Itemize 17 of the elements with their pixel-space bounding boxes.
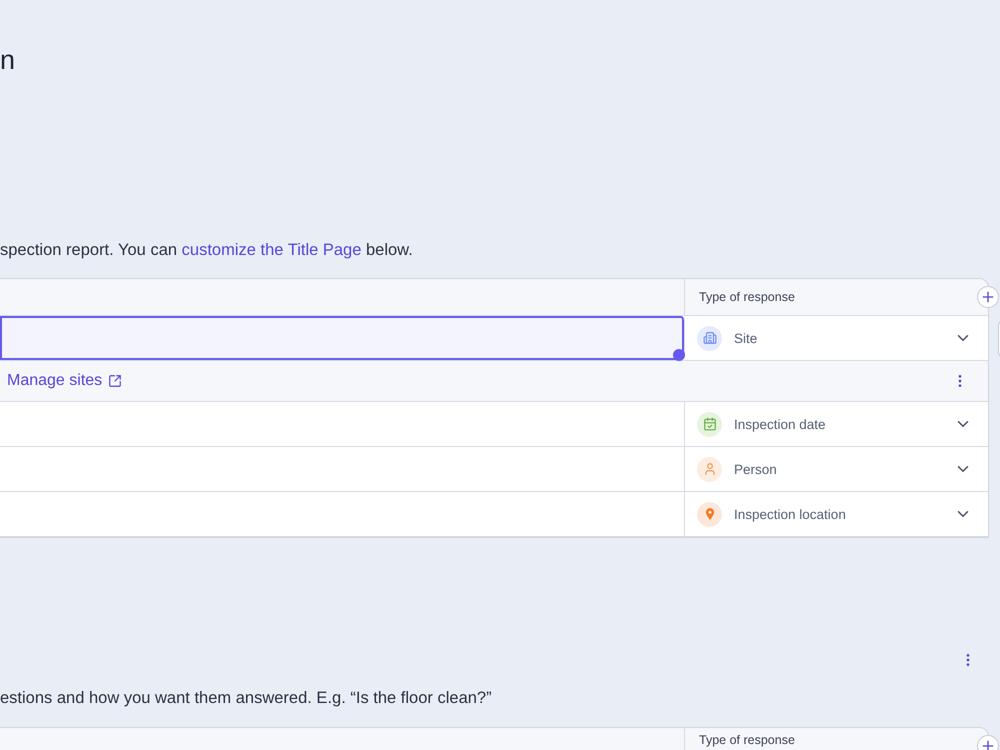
plus-icon [980,738,996,750]
question-field[interactable] [0,316,685,360]
person-icon [697,456,722,482]
manage-sites-link[interactable]: Manage sites [7,372,122,390]
customize-title-page-link[interactable]: customize the Title Page [182,241,362,259]
building-icon [697,326,722,350]
page-title: n [0,44,16,76]
column-header: Type of response [699,290,795,304]
add-column-button[interactable] [977,286,999,308]
map-pin-icon [697,502,722,526]
plus-icon [980,289,996,305]
column-header: Type of response [699,733,795,748]
intro-text: estions and how you want them answered. E.g. “Is the floor clean?” [0,688,492,708]
external-link-icon [108,374,122,388]
calendar-check-icon [697,412,722,436]
resize-handle[interactable] [673,349,685,361]
intro-text: spection report. You can customize the Title Page below. [0,240,413,260]
